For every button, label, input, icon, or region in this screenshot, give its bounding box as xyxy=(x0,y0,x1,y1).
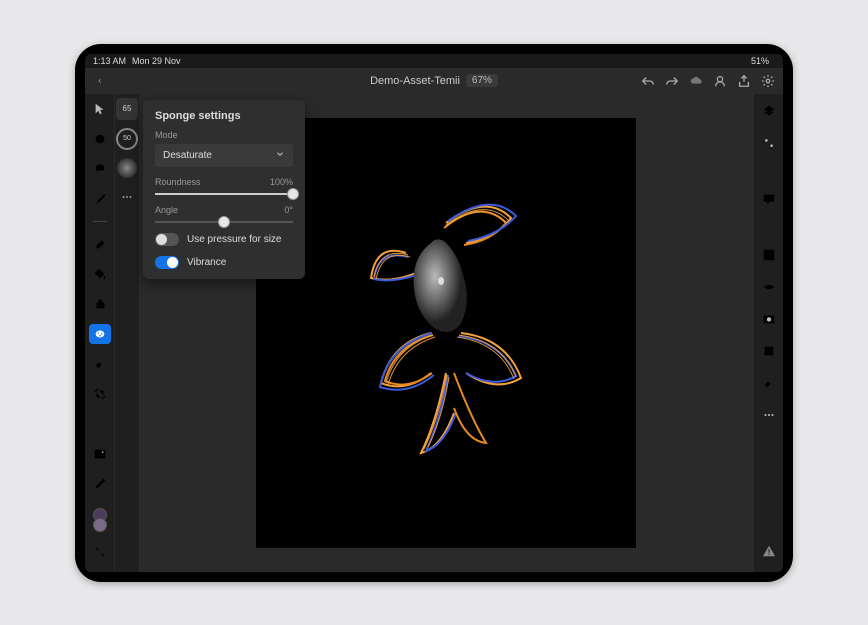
app-header: Demo-Asset-Temii 67% xyxy=(85,68,783,94)
right-toolbar xyxy=(753,94,783,572)
roundness-label: Roundness xyxy=(155,177,201,187)
eraser-tool[interactable] xyxy=(89,234,111,254)
angle-value: 0° xyxy=(284,205,293,215)
roundness-value: 100% xyxy=(270,177,293,187)
redo-button[interactable] xyxy=(665,74,679,88)
document-title: Demo-Asset-Temii xyxy=(370,75,460,87)
layers-panel-button[interactable] xyxy=(758,100,780,122)
arrange-tool[interactable] xyxy=(89,542,111,562)
comments-button[interactable] xyxy=(758,188,780,210)
panel-title: Sponge settings xyxy=(155,110,293,122)
document-canvas[interactable] xyxy=(256,118,636,548)
mode-label: Mode xyxy=(155,130,178,140)
layer-properties-button[interactable] xyxy=(758,132,780,154)
healing-brush-tool[interactable] xyxy=(89,354,111,374)
brush-size-chip[interactable]: 65 xyxy=(116,98,138,120)
brush-hardness-chip[interactable]: 50 xyxy=(116,128,138,150)
mode-value: Desaturate xyxy=(163,150,212,161)
eyedropper-tool[interactable] xyxy=(89,474,111,494)
battery-percent: 51% xyxy=(751,56,769,66)
layer-visibility-button[interactable] xyxy=(758,276,780,298)
cloud-sync-icon[interactable] xyxy=(689,74,703,88)
back-button[interactable] xyxy=(93,74,107,88)
brush-preview-chip[interactable] xyxy=(117,158,137,178)
angle-slider[interactable] xyxy=(155,221,293,223)
more-brush-options[interactable] xyxy=(116,186,138,208)
more-options-button[interactable] xyxy=(758,404,780,426)
layer-effects-button[interactable] xyxy=(758,372,780,394)
fill-tool[interactable] xyxy=(89,264,111,284)
mode-select[interactable]: Desaturate xyxy=(155,144,293,167)
move-tool[interactable] xyxy=(89,100,111,120)
lasso-tool[interactable] xyxy=(89,159,111,179)
ipad-status-bar: 1:13 AM Mon 29 Nov 51% xyxy=(85,54,783,68)
layer-mask-button[interactable] xyxy=(758,308,780,330)
pressure-toggle[interactable] xyxy=(155,233,179,246)
brush-options-rail: 65 50 xyxy=(115,94,139,572)
artwork-image xyxy=(336,183,556,483)
precise-selection-button[interactable] xyxy=(758,340,780,362)
vibrance-label: Vibrance xyxy=(187,257,226,268)
account-icon[interactable] xyxy=(713,74,727,88)
add-layer-button[interactable] xyxy=(758,244,780,266)
left-toolbar xyxy=(85,94,115,572)
roundness-slider[interactable] xyxy=(155,193,293,195)
status-date: Mon 29 Nov xyxy=(132,56,181,66)
sponge-tool[interactable] xyxy=(89,324,111,344)
crop-tool[interactable] xyxy=(89,384,111,404)
clone-tool[interactable] xyxy=(89,294,111,314)
text-tool[interactable] xyxy=(89,414,111,434)
pressure-label: Use pressure for size xyxy=(187,234,281,245)
settings-button[interactable] xyxy=(761,74,775,88)
brush-tool[interactable] xyxy=(89,189,111,209)
background-color[interactable] xyxy=(93,518,107,532)
angle-label: Angle xyxy=(155,205,178,215)
sponge-settings-panel: Sponge settings Mode Desaturate Roundnes… xyxy=(143,100,305,279)
transform-tool[interactable] xyxy=(89,129,111,149)
warning-icon[interactable] xyxy=(758,540,780,562)
vibrance-toggle[interactable] xyxy=(155,256,179,269)
color-swatches[interactable] xyxy=(93,508,107,532)
place-photo-tool[interactable] xyxy=(89,444,111,464)
chevron-down-icon xyxy=(275,149,285,162)
share-button[interactable] xyxy=(737,74,751,88)
undo-button[interactable] xyxy=(641,74,655,88)
separator xyxy=(93,221,107,222)
zoom-level[interactable]: 67% xyxy=(466,74,498,87)
status-time: 1:13 AM xyxy=(93,56,126,66)
